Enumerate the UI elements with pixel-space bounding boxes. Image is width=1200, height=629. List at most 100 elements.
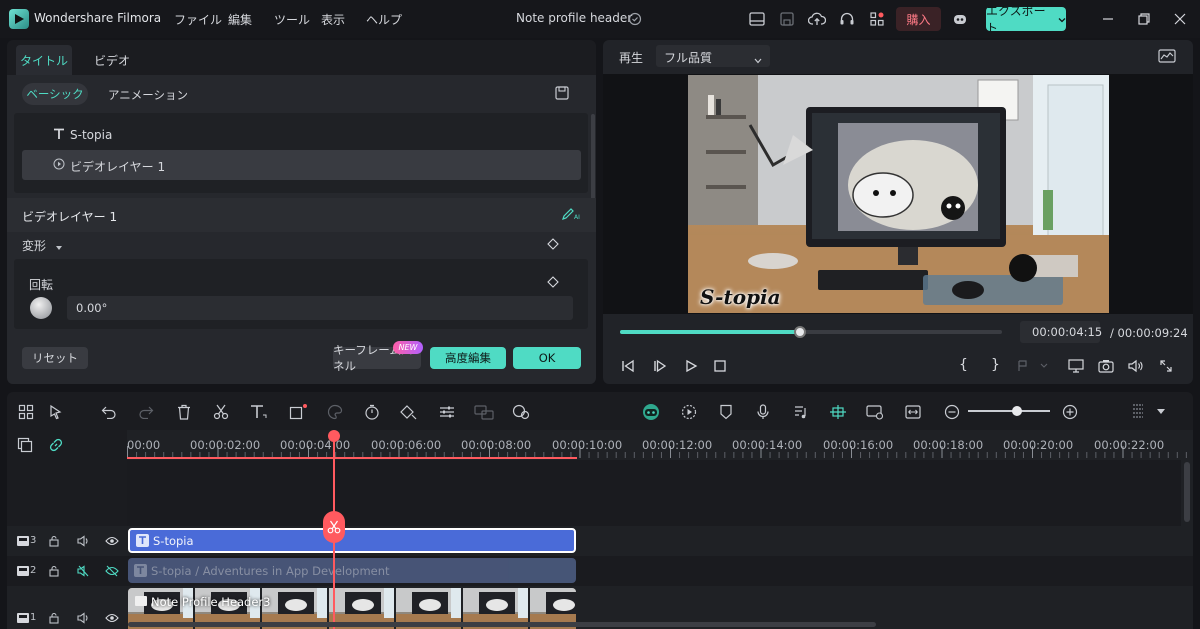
lock-icon[interactable] (46, 610, 62, 626)
ai-edit-icon[interactable]: AI (561, 207, 581, 224)
link-icon[interactable] (48, 437, 64, 456)
detach-audio-icon[interactable] (473, 402, 495, 422)
progress-handle[interactable] (793, 326, 806, 338)
delete-icon[interactable] (173, 402, 195, 422)
snapshot-icon[interactable] (1098, 359, 1114, 376)
eye-icon[interactable] (104, 533, 120, 549)
menu-tools[interactable]: ツール (274, 11, 310, 28)
tab-video[interactable]: ビデオ (87, 45, 137, 75)
keyframe-diamond-icon[interactable] (547, 276, 559, 291)
title-clip[interactable]: S-topia (128, 528, 576, 553)
eye-hidden-icon[interactable] (104, 563, 120, 579)
save-preset-icon[interactable] (555, 86, 569, 103)
mark-in-icon[interactable]: { (959, 357, 968, 373)
advanced-edit-button[interactable]: 高度編集 (430, 347, 506, 369)
timeline-vertical-scrollbar[interactable] (1184, 462, 1190, 522)
eye-icon[interactable] (104, 610, 120, 626)
lock-icon[interactable] (46, 563, 62, 579)
ai-tool-icon[interactable] (510, 402, 532, 422)
rotation-input[interactable]: 0.00° (67, 296, 573, 320)
empty-track-area (127, 460, 1181, 526)
caret-down-icon[interactable] (56, 240, 62, 254)
keyframe-diamond-icon[interactable] (547, 238, 559, 253)
tab-title[interactable]: タイトル (16, 45, 72, 75)
zoom-in-icon[interactable] (1059, 402, 1081, 422)
layout-grid-icon[interactable] (15, 402, 37, 422)
adjust-sliders-icon[interactable] (436, 402, 458, 422)
timeline-horizontal-scrollbar[interactable] (128, 622, 876, 627)
title-bar: Wondershare Filmora ファイル 編集 ツール 表示 ヘルプ N… (0, 0, 1200, 38)
current-time-box[interactable]: 00:00:04:15 (1020, 321, 1102, 343)
reset-button[interactable]: リセット (22, 347, 88, 369)
speaker-muted-icon[interactable] (76, 563, 92, 579)
subtab-basic[interactable]: ベーシック (22, 83, 88, 105)
restore-icon[interactable] (1134, 9, 1154, 29)
transform-label[interactable]: 変形 (22, 237, 46, 254)
buy-button[interactable]: 購入 (896, 7, 941, 31)
crop-shape-icon[interactable] (287, 402, 309, 422)
fullscreen-icon[interactable] (1159, 359, 1173, 376)
music-list-icon[interactable] (790, 402, 812, 422)
split-scissors-icon[interactable] (323, 511, 345, 543)
export-button[interactable]: エクスポート (986, 4, 1066, 35)
zoom-slider[interactable] (968, 410, 1050, 412)
snap-magnet-icon[interactable] (827, 402, 849, 422)
add-track-icon[interactable] (17, 437, 33, 456)
zoom-slider-handle[interactable] (1012, 406, 1022, 416)
playhead-handle[interactable] (328, 430, 340, 442)
quality-select[interactable]: フル品質 (656, 45, 770, 67)
auto-reframe-icon[interactable] (864, 402, 886, 422)
layer-item-video-layer[interactable]: ビデオレイヤー 1 (22, 150, 581, 180)
render-preview-icon[interactable] (678, 402, 700, 422)
track-density-icon[interactable] (1127, 402, 1149, 422)
layer-item-s-topia[interactable]: S-topia (22, 122, 588, 148)
image-clip-icon (135, 596, 147, 606)
mark-out-icon[interactable]: } (991, 357, 1000, 373)
next-frame-icon[interactable] (653, 359, 667, 376)
volume-icon[interactable] (1128, 359, 1144, 376)
robot-avatar-icon[interactable] (950, 9, 970, 29)
zoom-out-icon[interactable] (941, 402, 963, 422)
subtab-animation[interactable]: アニメーション (108, 87, 188, 103)
previous-frame-icon[interactable] (621, 359, 635, 376)
microphone-icon[interactable] (752, 402, 774, 422)
caret-down-icon[interactable] (1150, 402, 1172, 422)
lock-icon[interactable] (46, 533, 62, 549)
speaker-icon[interactable] (76, 533, 92, 549)
ai-robot-icon[interactable] (640, 402, 662, 422)
title-clip-hidden[interactable]: S-topia / Adventures in App Development (128, 558, 576, 583)
menu-help[interactable]: ヘルプ (366, 11, 402, 28)
close-icon[interactable] (1170, 9, 1190, 29)
speed-timer-icon[interactable] (361, 402, 383, 422)
ruler-label: 00:00:12:00 (642, 438, 713, 452)
scissors-icon[interactable] (210, 402, 232, 422)
headset-icon[interactable] (837, 9, 857, 29)
select-cursor-icon[interactable] (45, 402, 67, 422)
color-palette-icon[interactable] (324, 402, 346, 422)
menu-edit[interactable]: 編集 (228, 11, 252, 28)
rotation-knob[interactable] (30, 297, 52, 319)
redo-icon[interactable] (135, 402, 157, 422)
marker-icon[interactable] (1017, 360, 1049, 375)
save-icon[interactable] (777, 9, 797, 29)
shield-marker-icon[interactable] (715, 402, 737, 422)
apps-grid-icon[interactable] (867, 9, 887, 29)
menu-view[interactable]: 表示 (321, 11, 345, 28)
text-tool-icon[interactable] (248, 402, 270, 422)
ruler-label: 00:00:06:00 (371, 438, 442, 452)
display-icon[interactable] (1068, 359, 1084, 376)
stop-icon[interactable] (713, 359, 727, 376)
section-title: ビデオレイヤー 1 (22, 210, 118, 224)
play-icon[interactable] (684, 359, 698, 376)
speaker-icon[interactable] (76, 610, 92, 626)
playback-progress[interactable] (620, 326, 1002, 338)
menu-file[interactable]: ファイル (174, 11, 222, 28)
minimize-icon[interactable] (1098, 9, 1118, 29)
undo-icon[interactable] (98, 402, 120, 422)
keyframe-tool-icon[interactable] (398, 402, 420, 422)
scope-icon[interactable] (1158, 49, 1176, 66)
cloud-upload-icon[interactable] (807, 9, 827, 29)
ok-button[interactable]: OK (513, 347, 581, 369)
fit-timeline-icon[interactable] (902, 402, 924, 422)
layout-icon[interactable] (747, 9, 767, 29)
